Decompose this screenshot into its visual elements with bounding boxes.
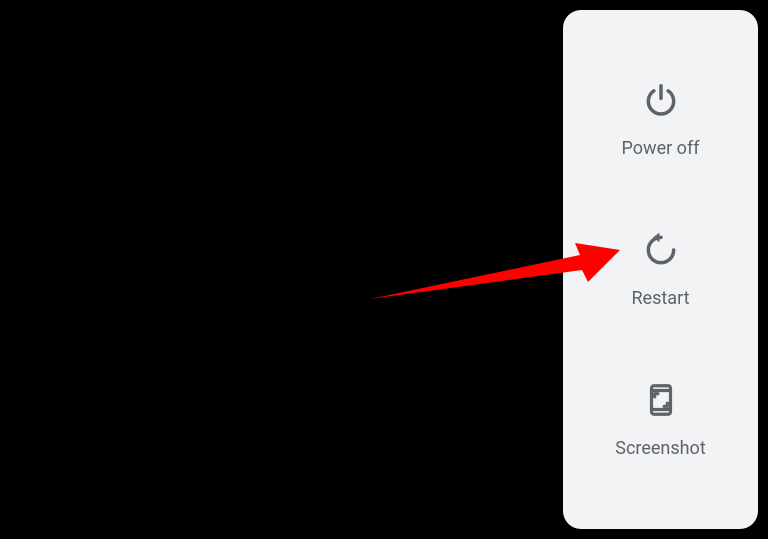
screenshot-label: Screenshot [615, 438, 705, 459]
power-icon [641, 80, 681, 120]
screenshot-button[interactable]: Screenshot [563, 380, 758, 459]
restart-button[interactable]: Restart [563, 230, 758, 309]
power-off-button[interactable]: Power off [563, 80, 758, 159]
screenshot-icon [641, 380, 681, 420]
restart-icon [641, 230, 681, 270]
power-menu: Power off Restart Screenshot [563, 10, 758, 529]
power-off-label: Power off [622, 138, 700, 159]
restart-label: Restart [631, 288, 689, 309]
